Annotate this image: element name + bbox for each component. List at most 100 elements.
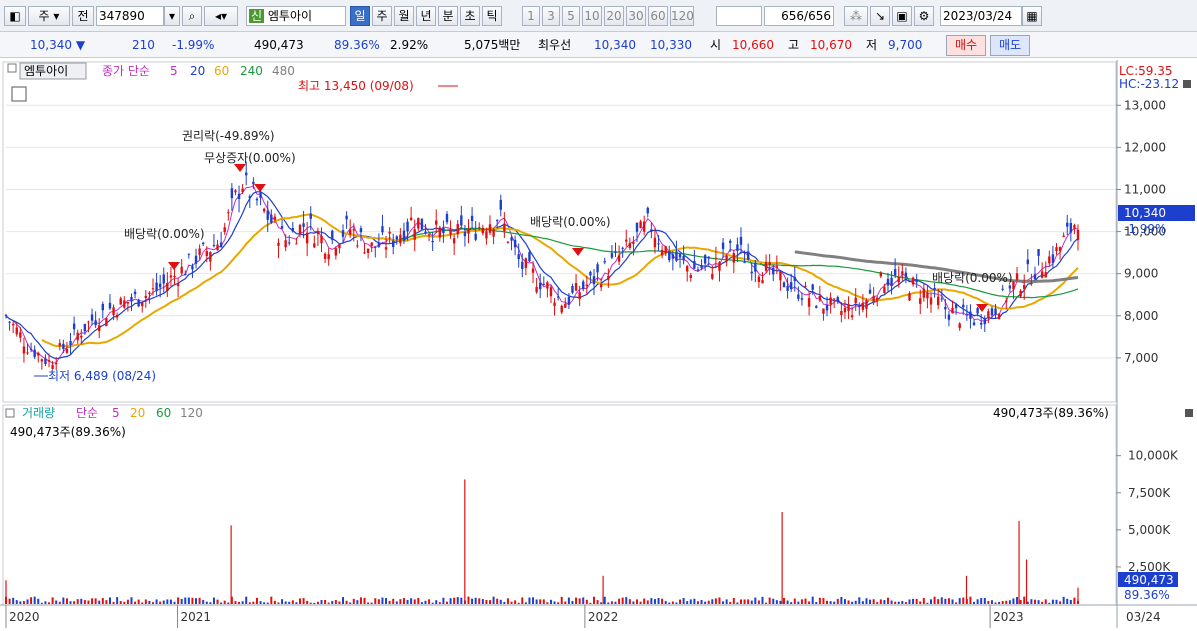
candle-body [754, 262, 757, 272]
candle-body [255, 198, 259, 201]
stock-name-field[interactable]: 신 엠투아이 [246, 6, 346, 26]
interval-button[interactable]: 30 [626, 6, 646, 26]
prev-button[interactable]: 전 [72, 6, 94, 26]
candle-body [564, 303, 567, 308]
volume-bar [435, 600, 438, 604]
interval-button[interactable]: 60 [648, 6, 668, 26]
calendar-icon[interactable]: ▦ [1022, 6, 1042, 26]
buy-button[interactable]: 매수 [946, 35, 986, 56]
interval-button[interactable]: 20 [604, 6, 624, 26]
interval-button[interactable]: 3 [542, 6, 560, 26]
candle-body [1012, 281, 1015, 290]
trend-icon[interactable]: ↘ [870, 6, 890, 26]
interval-button[interactable]: 120 [670, 6, 694, 26]
candle-body [714, 257, 718, 259]
period-button[interactable]: 틱 [482, 6, 502, 26]
volume-bar [926, 602, 929, 604]
volume-bar [65, 598, 68, 604]
volume-bar [1073, 597, 1076, 604]
window-menu-icon[interactable]: ◧ [4, 6, 26, 26]
candle-body [965, 314, 969, 316]
candle-body [671, 254, 675, 259]
volume-bar [557, 602, 560, 604]
grid-toggle-icon[interactable] [11, 86, 27, 102]
current-price: 10,340 ▼ [30, 38, 86, 52]
candle-body [33, 349, 36, 357]
legend-ma20: 20 [190, 64, 205, 78]
chart-type-select[interactable]: 주 ▾ [28, 6, 70, 26]
candle-body [833, 298, 836, 300]
volume-bar [496, 598, 499, 604]
date-input[interactable]: 2023/03/24 [940, 6, 1022, 26]
sound-icon[interactable]: ◂▾ [204, 6, 238, 26]
volume-legend-collapse-icon[interactable] [5, 408, 15, 418]
candle-body [779, 271, 782, 281]
period-button[interactable]: 일 [350, 6, 370, 26]
volume-close-icon[interactable] [1185, 409, 1193, 417]
volume-legend-name: 거래량 [22, 406, 55, 420]
close-panel-icon[interactable] [1183, 80, 1191, 88]
candle-body [994, 308, 997, 315]
interval-button[interactable]: 1 [522, 6, 540, 26]
volume-bar [539, 599, 542, 604]
volume-bar [865, 598, 868, 604]
candle-body [621, 247, 624, 249]
volume-bar [130, 597, 133, 604]
period-button[interactable]: 년 [416, 6, 436, 26]
volume-panel[interactable] [2, 404, 1117, 606]
volume-bar [456, 597, 459, 604]
candle-body [825, 305, 829, 311]
candle-body [80, 335, 83, 338]
candle-body [772, 267, 775, 275]
candle-body [435, 220, 438, 225]
gear-icon[interactable]: ⚙ [914, 6, 934, 26]
blank-field[interactable] [716, 6, 762, 26]
candle-body [513, 239, 517, 248]
volume-bar [571, 600, 574, 604]
period-button[interactable]: 주 [372, 6, 392, 26]
price-chart-svg[interactable]: 엠투아이 종가 단순 5 20 60 240 480 LC:59.35 HC:-… [0, 60, 1197, 628]
volume-bar [98, 600, 101, 604]
period-button[interactable]: 초 [460, 6, 480, 26]
volume-bar [750, 600, 753, 604]
volume-bar [166, 599, 169, 604]
chart-area[interactable]: 엠투아이 종가 단순 5 20 60 240 480 LC:59.35 HC:-… [0, 60, 1197, 628]
volume-bar [205, 601, 208, 604]
volume-bar [503, 601, 506, 604]
interval-button[interactable]: 10 [582, 6, 602, 26]
volume-bar [1062, 596, 1065, 604]
volume-bar [492, 596, 495, 604]
volume-bar [270, 596, 273, 604]
indicator-icon[interactable]: ⁂ [844, 6, 868, 26]
legend-ma480: 480 [272, 64, 295, 78]
candle-body [528, 252, 531, 262]
price-change: 210 [132, 38, 155, 52]
volume-bar [449, 598, 452, 604]
volume-bar [252, 601, 255, 604]
period-button[interactable]: 월 [394, 6, 414, 26]
legend-collapse-icon[interactable] [7, 63, 17, 73]
volume-bar [851, 601, 854, 604]
volume-bar [607, 602, 610, 604]
candle-body [804, 285, 807, 287]
candle-body [987, 311, 990, 318]
candle-body [341, 230, 345, 237]
data-count-field[interactable]: 656/656 [764, 6, 834, 26]
code-dropdown-icon[interactable]: ▾ [164, 6, 180, 26]
search-icon[interactable]: ⌕ [182, 6, 202, 26]
save-icon[interactable]: ▣ [892, 6, 912, 26]
chart-type-label: 주 [38, 9, 50, 23]
sell-button[interactable]: 매도 [990, 35, 1030, 56]
stock-code-input[interactable]: 347890 [96, 6, 164, 26]
interval-button[interactable]: 5 [562, 6, 580, 26]
volume-bar [284, 601, 287, 604]
volume-bar [331, 600, 334, 604]
volume-bar [768, 597, 771, 604]
candle-body [786, 285, 789, 291]
volume-bar [12, 597, 15, 604]
candle-body [366, 248, 370, 253]
candle-body [388, 231, 391, 234]
period-button[interactable]: 분 [438, 6, 458, 26]
volume-bar [980, 598, 983, 604]
legend-ma240: 240 [240, 64, 263, 78]
